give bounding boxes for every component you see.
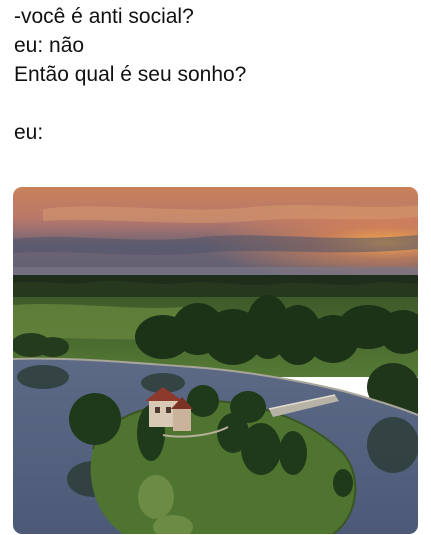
meme-caption: -você é anti social? eu: não Então qual … bbox=[14, 2, 424, 147]
island-landscape-photo bbox=[13, 187, 418, 534]
caption-line-answer: eu: não bbox=[14, 34, 85, 57]
caption-line-dream-question: Então qual é seu sonho? bbox=[14, 63, 247, 86]
caption-line-me: eu: bbox=[14, 121, 44, 144]
landscape-illustration bbox=[13, 187, 418, 534]
cloud-band bbox=[13, 235, 418, 255]
caption-line-question: -você é anti social? bbox=[14, 5, 194, 28]
sunset-glow bbox=[13, 187, 418, 277]
